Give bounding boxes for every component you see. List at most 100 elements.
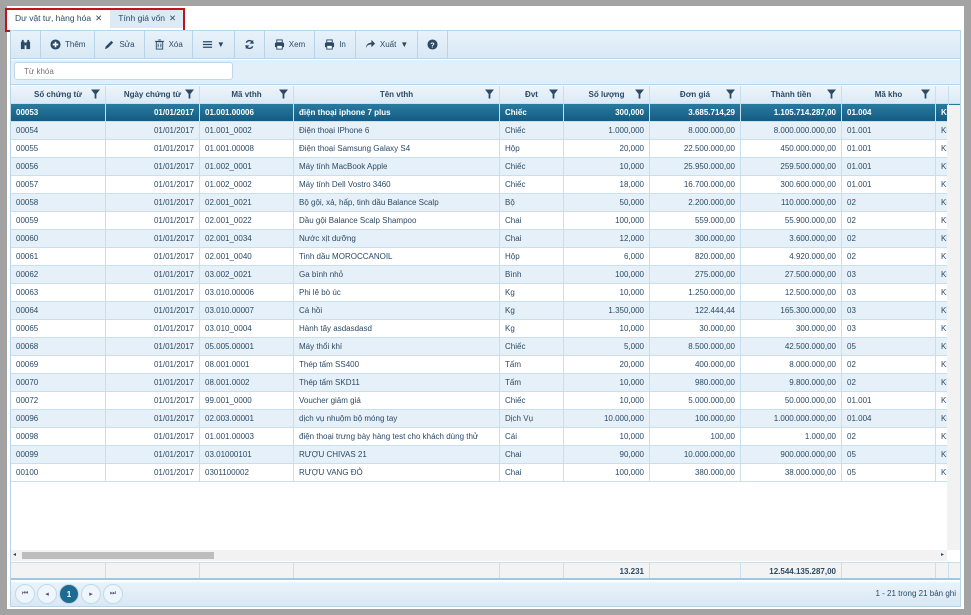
- table-row[interactable]: 00061 01/01/2017 02.001_0040 Tinh dầu MOROC…: [11, 248, 960, 266]
- grid-body: 00053 01/01/2017 01.001.00006 điện thoại ip…: [11, 104, 960, 482]
- column-header[interactable]: [936, 86, 949, 103]
- table-cell: 110.000.000,00: [741, 194, 842, 211]
- column-header[interactable]: Tên vthh: [294, 86, 500, 103]
- vertical-scrollbar[interactable]: [947, 105, 960, 550]
- filter-icon[interactable]: [635, 89, 644, 99]
- table-row[interactable]: 00100 01/01/2017 0301100002 RƯỢU VANG ĐỎ Cha…: [11, 464, 960, 482]
- column-header[interactable]: Đơn giá: [650, 86, 741, 103]
- total-cell: [106, 563, 200, 578]
- table-row[interactable]: 00069 01/01/2017 08.001.0001 Thép tấm SS400…: [11, 356, 960, 374]
- view-button[interactable]: Xem: [265, 31, 316, 58]
- column-header[interactable]: Số lượng: [564, 86, 650, 103]
- filter-icon[interactable]: [485, 89, 494, 99]
- table-cell: Điện thoại IPhone 6: [294, 122, 500, 139]
- help-button[interactable]: ?: [418, 31, 449, 58]
- table-cell: Nước xịt dưỡng: [294, 230, 500, 247]
- table-row[interactable]: 00056 01/01/2017 01.002_0001 Máy tính MacBo…: [11, 158, 960, 176]
- table-cell: Ga bình nhỏ: [294, 266, 500, 283]
- content-area: Thêm Sửa Xóa ▼ Xem In Xuất▼ ? Số chứng t…: [10, 30, 961, 607]
- export-button[interactable]: Xuất ▼: [356, 31, 419, 58]
- table-row[interactable]: 00063 01/01/2017 03.010.00006 Phi lê bò úc K…: [11, 284, 960, 302]
- search-input[interactable]: [14, 62, 233, 80]
- pager: ⏮ ◂ 1 ▸ ⏭ 1 - 21 trong 21 bản ghi: [11, 582, 960, 606]
- refresh-button[interactable]: [235, 31, 265, 58]
- table-cell: RƯỢU VANG ĐỎ: [294, 464, 500, 481]
- delete-button[interactable]: Xóa: [145, 31, 193, 58]
- next-page-icon[interactable]: ▸: [81, 584, 101, 604]
- table-cell: 8.000.000.000,00: [741, 122, 842, 139]
- table-row[interactable]: 00054 01/01/2017 01.001_0002 Điện thoại IPh…: [11, 122, 960, 140]
- prev-page-icon[interactable]: ◂: [37, 584, 57, 604]
- table-row[interactable]: 00065 01/01/2017 03.010_0004 Hành tây asdas…: [11, 320, 960, 338]
- edit-button[interactable]: Sửa: [95, 31, 145, 58]
- table-row[interactable]: 00057 01/01/2017 01.002_0002 Máy tính Dell …: [11, 176, 960, 194]
- scroll-thumb[interactable]: [22, 552, 214, 559]
- table-cell: 18,000: [564, 176, 650, 193]
- table-row[interactable]: 00096 01/01/2017 02.003.00001 dịch vụ nhuộm…: [11, 410, 960, 428]
- table-cell: điện thoại trưng bày hàng test cho khách…: [294, 428, 500, 445]
- table-cell: Cái: [500, 428, 564, 445]
- table-row[interactable]: 00055 01/01/2017 01.001.00008 Điện thoại Sa…: [11, 140, 960, 158]
- table-cell: 03: [842, 302, 936, 319]
- table-cell: 01/01/2017: [106, 140, 200, 157]
- column-header[interactable]: Ngày chứng từ: [106, 86, 200, 103]
- filter-icon[interactable]: [726, 89, 735, 99]
- printer-icon: [274, 39, 284, 50]
- filter-icon[interactable]: [827, 89, 836, 99]
- filter-icon[interactable]: [279, 89, 288, 99]
- table-cell: 300,000: [564, 104, 650, 121]
- scroll-left-icon[interactable]: ◂: [13, 551, 16, 558]
- table-row[interactable]: 00060 01/01/2017 02.001_0034 Nước xịt dưỡng…: [11, 230, 960, 248]
- table-cell: 01.001.00008: [200, 140, 294, 157]
- add-button[interactable]: Thêm: [41, 31, 96, 58]
- last-page-icon[interactable]: ⏭: [103, 584, 123, 604]
- table-cell: Hộp: [500, 140, 564, 157]
- table-cell: 01/01/2017: [106, 464, 200, 481]
- page-1-button[interactable]: 1: [59, 584, 79, 604]
- table-cell: Hộp: [500, 248, 564, 265]
- table-row[interactable]: 00059 01/01/2017 02.001_0022 Dầu gội Balanc…: [11, 212, 960, 230]
- pencil-icon: [105, 40, 114, 50]
- table-cell: Máy tính MacBook Apple: [294, 158, 500, 175]
- table-cell: 02.001_0034: [200, 230, 294, 247]
- table-cell: 10,000: [564, 284, 650, 301]
- scroll-right-icon[interactable]: ▸: [941, 551, 944, 558]
- column-header[interactable]: Mã vthh: [200, 86, 294, 103]
- table-cell: 380.000,00: [650, 464, 741, 481]
- column-header[interactable]: Thành tiền: [741, 86, 842, 103]
- column-header-label: Tên vthh: [379, 90, 414, 99]
- table-cell: 02: [842, 230, 936, 247]
- table-cell: 01/01/2017: [106, 302, 200, 319]
- table-row[interactable]: 00098 01/01/2017 01.001.00003 điện thoại tr…: [11, 428, 960, 446]
- table-row[interactable]: 00070 01/01/2017 08.001.0002 Thép tấm SKD11…: [11, 374, 960, 392]
- table-cell: 259.500.000,00: [741, 158, 842, 175]
- filter-icon[interactable]: [549, 89, 558, 99]
- close-icon[interactable]: ✕: [95, 8, 102, 28]
- table-cell: 1.000.000.000,00: [741, 410, 842, 427]
- table-row[interactable]: 00058 01/01/2017 02.001_0021 Bộ gội, xả, hấ…: [11, 194, 960, 212]
- table-row[interactable]: 00072 01/01/2017 99.001_0000 Voucher giảm g…: [11, 392, 960, 410]
- column-header[interactable]: Đvt: [500, 86, 564, 103]
- view-label: Xem: [288, 40, 306, 49]
- tab-du-vat-tu[interactable]: Dư vật tư, hàng hóa ✕: [7, 8, 111, 28]
- table-row[interactable]: 00068 01/01/2017 05.005.00001 Máy thổi khí C…: [11, 338, 960, 356]
- menu-dropdown-button[interactable]: ▼: [193, 31, 235, 58]
- table-row[interactable]: 00062 01/01/2017 03.002_0021 Ga bình nhỏ Bìn…: [11, 266, 960, 284]
- table-row[interactable]: 00064 01/01/2017 03.010.00007 Cá hồi Kg 1.350…: [11, 302, 960, 320]
- column-header[interactable]: Mã kho: [842, 86, 936, 103]
- table-row[interactable]: 00099 01/01/2017 03.01000101 RƯỢU CHIVAS 21…: [11, 446, 960, 464]
- find-button[interactable]: [11, 31, 41, 58]
- filter-icon[interactable]: [921, 89, 930, 99]
- close-icon[interactable]: ✕: [169, 8, 176, 28]
- table-cell: 01/01/2017: [106, 428, 200, 445]
- column-header-label: Đvt: [525, 90, 538, 99]
- filter-icon[interactable]: [91, 89, 100, 99]
- table-cell: 6,000: [564, 248, 650, 265]
- table-row[interactable]: 00053 01/01/2017 01.001.00006 điện thoại ip…: [11, 104, 960, 122]
- first-page-icon[interactable]: ⏮: [15, 584, 35, 604]
- filter-icon[interactable]: [185, 89, 194, 99]
- tab-tinh-gia-von[interactable]: Tính giá vốn ✕: [110, 8, 185, 28]
- print-button[interactable]: In: [315, 31, 356, 58]
- column-header[interactable]: Số chứng từ: [11, 86, 106, 103]
- horizontal-scrollbar[interactable]: ◂ ▸: [11, 550, 947, 561]
